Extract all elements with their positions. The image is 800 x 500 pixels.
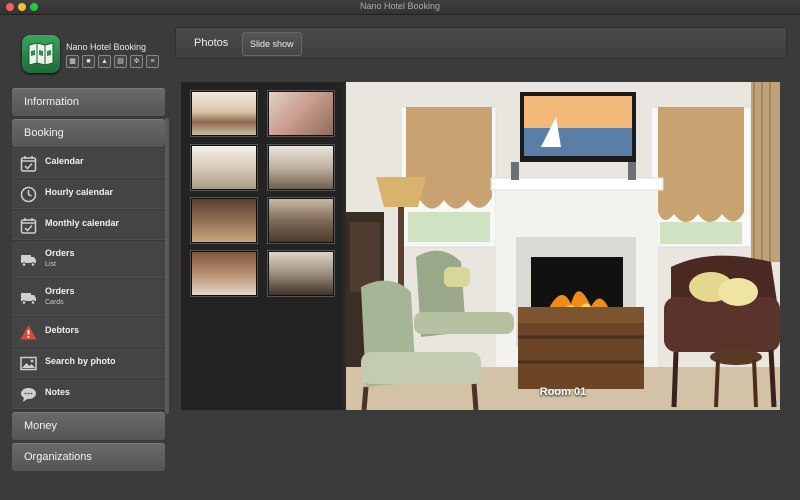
sidebar-item-sublabel: Cards <box>45 299 64 306</box>
warning-icon <box>20 325 37 340</box>
gears-icon[interactable]: ✲ <box>130 55 143 68</box>
thumbnail[interactable] <box>191 91 257 136</box>
thumbnail[interactable] <box>268 91 334 136</box>
calendar-check-icon <box>20 218 37 234</box>
slideshow-button[interactable]: Slide show <box>242 32 302 56</box>
sidebar-scrollbar[interactable] <box>165 118 169 414</box>
sidebar-item-label: Orders <box>45 248 75 258</box>
app-name: Nano Hotel Booking <box>66 42 147 52</box>
sidebar-section-booking[interactable]: Booking <box>12 119 165 147</box>
truck-icon <box>21 293 36 305</box>
photos-toolbar: Photos Slide show <box>175 27 787 59</box>
sidebar-item-label: Debtors <box>45 325 80 335</box>
truck-icon <box>21 255 36 267</box>
clipboard-icon[interactable]: ▤ <box>114 55 127 68</box>
thumbnail[interactable] <box>191 145 257 190</box>
sidebar-item-orders-list[interactable]: Orders List <box>12 240 165 278</box>
window-titlebar: Nano Hotel Booking <box>0 0 800 15</box>
sidebar-item-monthly-calendar[interactable]: Monthly calendar <box>12 209 165 240</box>
photo-caption: Room 01 <box>539 386 587 398</box>
sidebar-item-label: Notes <box>45 387 71 397</box>
warning-icon[interactable]: ▲ <box>98 55 111 68</box>
app-logo-icon <box>22 35 60 73</box>
sidebar-item-notes[interactable]: Notes <box>12 378 165 409</box>
sidebar-item-calendar[interactable]: Calendar <box>12 147 165 178</box>
sidebar-section-money[interactable]: Money <box>12 412 165 440</box>
sidebar-item-hourly-calendar[interactable]: Hourly calendar <box>12 178 165 209</box>
clock-icon <box>20 186 37 203</box>
calendar-icon[interactable]: ▦ <box>66 55 79 68</box>
sidebar-item-label: Search by photo <box>45 356 116 366</box>
sidebar-section-information[interactable]: Information <box>12 88 165 116</box>
thumbnail[interactable] <box>268 145 334 190</box>
toolbar-title: Photos <box>194 37 229 49</box>
sidebar-item-debtors[interactable]: Debtors <box>12 316 165 347</box>
thumbnail[interactable] <box>191 251 257 296</box>
truck-icon[interactable]: ■ <box>82 55 95 68</box>
thumbnail[interactable] <box>191 198 257 243</box>
database-icon[interactable]: ≡ <box>146 55 159 68</box>
speech-bubble-icon <box>21 388 36 402</box>
sidebar-item-label: Hourly calendar <box>45 187 114 197</box>
sidebar-item-label: Calendar <box>45 156 84 166</box>
calendar-check-icon <box>20 156 37 172</box>
window-title: Nano Hotel Booking <box>359 1 441 11</box>
main-photo[interactable]: Room 01 <box>346 82 780 410</box>
sidebar-section-organizations[interactable]: Organizations <box>12 443 165 471</box>
thumbnail[interactable] <box>268 251 334 296</box>
photo-viewer: Room 01 <box>181 82 780 410</box>
sidebar-item-label: Orders <box>45 286 75 296</box>
room-photo <box>346 82 780 410</box>
image-icon <box>20 356 37 371</box>
thumbnail-strip <box>181 82 343 410</box>
thumbnail[interactable] <box>268 198 334 243</box>
sidebar-item-label: Monthly calendar <box>45 218 120 228</box>
sidebar: Information Booking Calendar Hourly cale… <box>12 88 165 474</box>
sidebar-item-sublabel: List <box>45 261 56 268</box>
sidebar-item-orders-cards[interactable]: Orders Cards <box>12 278 165 316</box>
sidebar-item-search-by-photo[interactable]: Search by photo <box>12 347 165 378</box>
header-toolbar-icons: ▦ ■ ▲ ▤ ✲ ≡ <box>66 55 159 68</box>
